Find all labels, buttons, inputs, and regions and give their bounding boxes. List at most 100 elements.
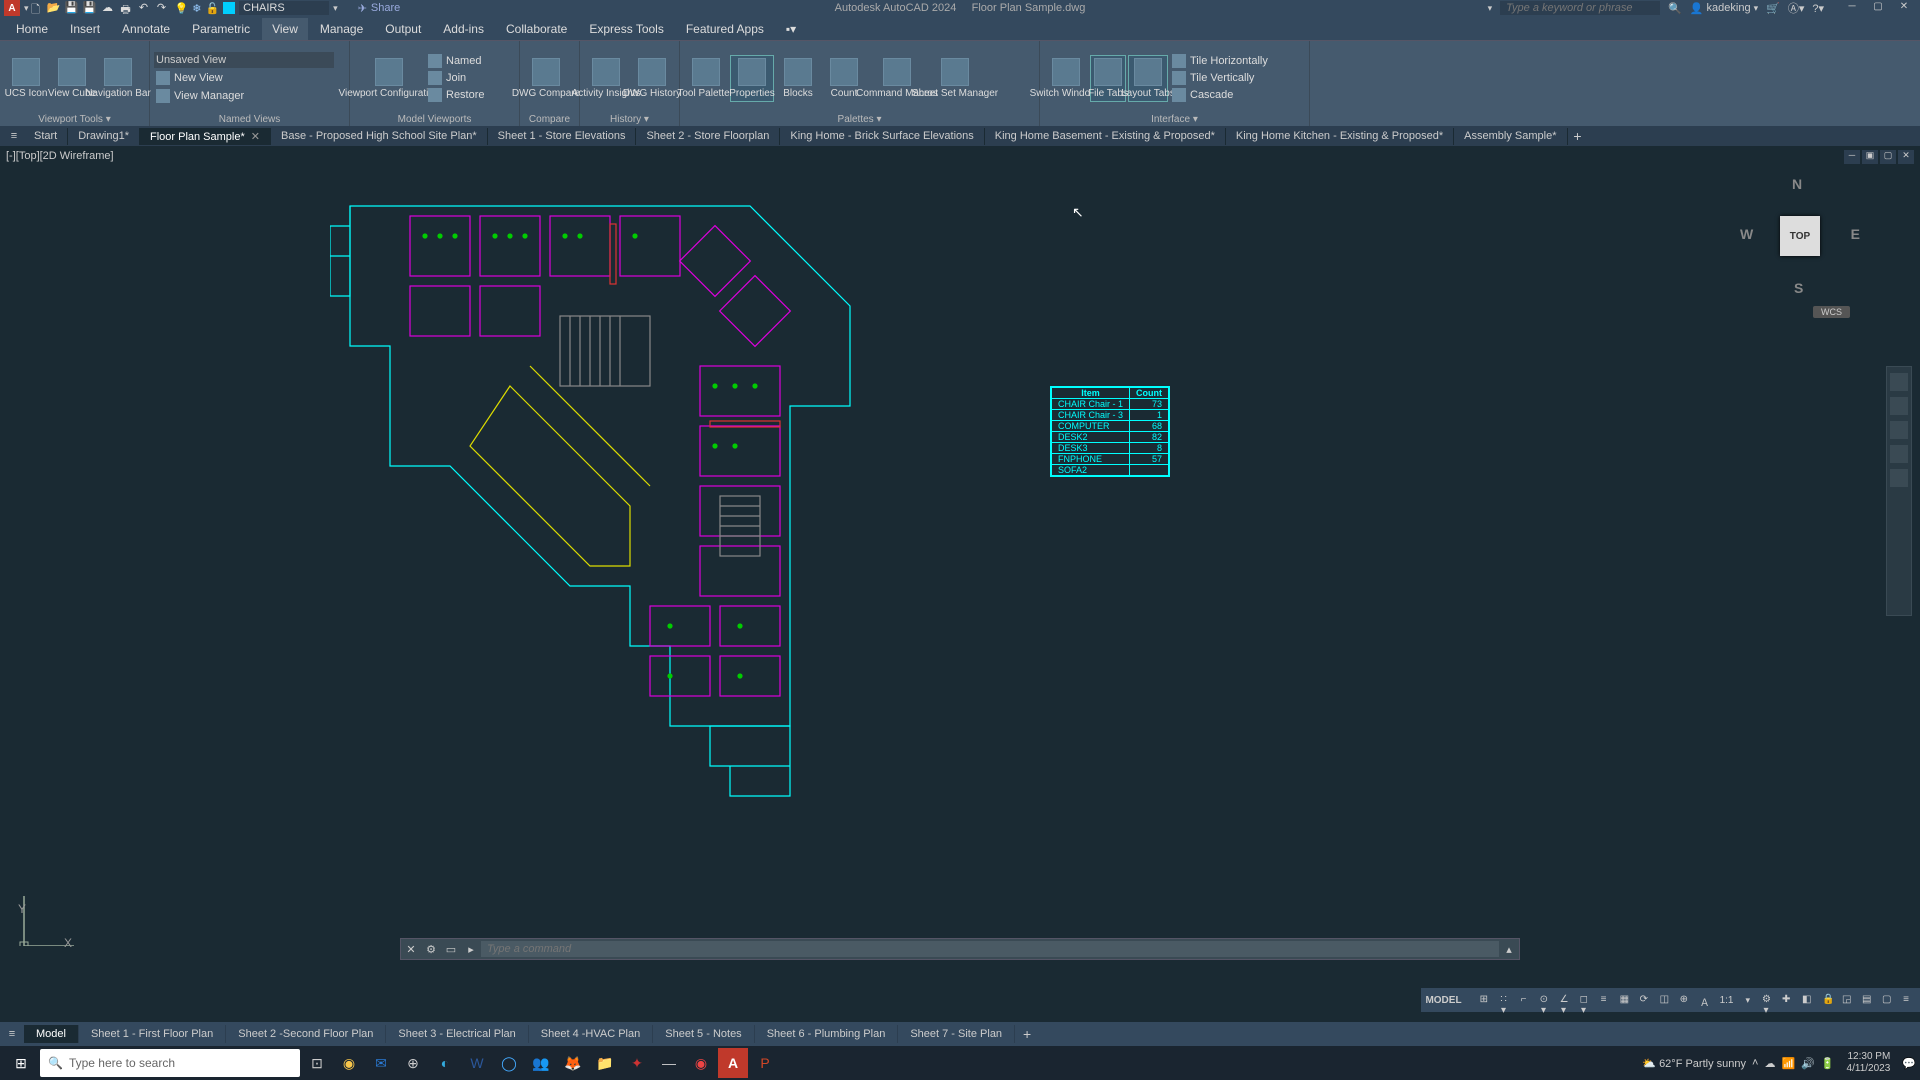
weather-widget[interactable]: ⛅ 62°F Partly sunny (1642, 1057, 1746, 1070)
status-snap-icon[interactable]: ∷ ▾ (1496, 992, 1512, 1008)
table-row[interactable]: DESK38 (1052, 443, 1169, 454)
notifications-icon[interactable]: 💬 (1902, 1057, 1916, 1070)
block-count-table[interactable]: ItemCount CHAIR Chair - 173CHAIR Chair -… (1050, 386, 1170, 477)
layer-dropdown[interactable]: CHAIRS (239, 1, 329, 15)
status-transparency-icon[interactable]: ▦ (1616, 992, 1632, 1008)
dwg-history-button[interactable]: DWG History (630, 56, 674, 101)
activity-insights-button[interactable]: Activity Insights (584, 56, 628, 101)
blocks-button[interactable]: Blocks (776, 56, 820, 101)
viewport-label[interactable]: [-][Top][2D Wireframe] (6, 150, 114, 162)
tab-home[interactable]: Home (6, 18, 58, 40)
panel-label-history[interactable]: History ▾ (584, 113, 675, 126)
layout-tab[interactable]: Sheet 4 -HVAC Plan (529, 1025, 653, 1043)
layer-color-swatch[interactable] (223, 2, 235, 14)
close-tab-icon[interactable]: ✕ (251, 131, 260, 143)
tab-featured[interactable]: Featured Apps (676, 18, 774, 40)
viewcube-west[interactable]: W (1740, 226, 1753, 242)
layout-tab[interactable]: Sheet 3 - Electrical Plan (386, 1025, 528, 1043)
tray-network-icon[interactable]: 📶 (1781, 1057, 1795, 1070)
named-view-dropdown[interactable] (154, 52, 334, 68)
search-dropdown-icon[interactable]: ▾ (1488, 3, 1493, 14)
nav-bar-button[interactable]: Navigation Bar (96, 56, 140, 101)
saveas-icon[interactable]: 💾 (83, 1, 97, 15)
status-3dosnap-icon[interactable]: ◫ (1656, 992, 1672, 1008)
minimize-button[interactable]: ─ (1840, 1, 1864, 15)
app-c-icon[interactable]: ◉ (686, 1048, 716, 1078)
status-hardware-icon[interactable]: ▤ (1858, 992, 1874, 1008)
maximize-button[interactable]: ▢ (1866, 1, 1890, 15)
command-input[interactable] (481, 941, 1499, 957)
vp-minimize-icon[interactable]: ─ (1844, 150, 1860, 164)
new-tab-button[interactable]: + (1568, 128, 1588, 144)
tab-addins[interactable]: Add-ins (433, 18, 494, 40)
app-a-icon[interactable]: ✦ (622, 1048, 652, 1078)
plot-icon[interactable]: 🖶 (119, 1, 133, 15)
search-input[interactable] (1500, 1, 1660, 15)
user-account[interactable]: 👤 kadeking ▾ (1690, 2, 1758, 15)
tab-overflow-icon[interactable]: ▪▾ (776, 18, 806, 40)
tray-volume-icon[interactable]: 🔊 (1801, 1057, 1815, 1070)
teams-icon[interactable]: 👥 (526, 1048, 556, 1078)
status-lock-icon[interactable]: 🔒 (1818, 992, 1834, 1008)
viewcube-south[interactable]: S (1794, 280, 1803, 296)
table-row[interactable]: FNPHONE57 (1052, 454, 1169, 465)
table-row[interactable]: SOFA2 (1052, 465, 1169, 476)
layout-tab[interactable]: Sheet 7 - Site Plan (898, 1025, 1015, 1043)
named-vp-button[interactable]: Named (426, 53, 487, 69)
layout-menu-icon[interactable]: ≡ (0, 1028, 24, 1040)
viewcube-east[interactable]: E (1851, 226, 1860, 242)
nav-pan-icon[interactable] (1890, 397, 1908, 415)
tab-output[interactable]: Output (375, 18, 431, 40)
drawing-area[interactable]: [-][Top][2D Wireframe] ─ ▣ ▢ ✕ N S E W T… (0, 146, 1920, 966)
outlook-icon[interactable]: ✉ (366, 1048, 396, 1078)
file-tabs-menu-icon[interactable]: ≡ (4, 130, 24, 142)
new-icon[interactable]: 🗋 (29, 1, 43, 15)
cortana-icon[interactable]: ◯ (494, 1048, 524, 1078)
restore-vp-button[interactable]: Restore (426, 87, 487, 103)
table-row[interactable]: CHAIR Chair - 31 (1052, 410, 1169, 421)
layout-tab[interactable]: Sheet 1 - First Floor Plan (79, 1025, 226, 1043)
status-gear-icon[interactable]: ⚙ ▾ (1758, 992, 1774, 1008)
tool-palettes-button[interactable]: Tool Palettes (684, 56, 728, 101)
panel-label-interface[interactable]: Interface ▾ (1044, 113, 1305, 126)
tab-annotate[interactable]: Annotate (112, 18, 180, 40)
status-annoscale-icon[interactable]: Ａ (1696, 992, 1712, 1008)
undo-icon[interactable]: ↶ (137, 1, 151, 15)
panel-label-palettes[interactable]: Palettes ▾ (684, 113, 1035, 126)
store-icon[interactable]: ⊕ (398, 1048, 428, 1078)
view-cube[interactable]: N S E W TOP (1740, 176, 1860, 296)
tab-view[interactable]: View (262, 18, 308, 40)
system-clock[interactable]: 12:30 PM 4/11/2023 (1841, 1051, 1897, 1075)
app-b-icon[interactable]: — (654, 1048, 684, 1078)
cmd-close-icon[interactable]: ✕ (401, 943, 421, 956)
tray-battery-icon[interactable]: 🔋 (1821, 1057, 1835, 1070)
ucs-icon-button[interactable]: UCS Icon (4, 56, 48, 101)
new-view-button[interactable]: New View (154, 70, 345, 86)
vp-maximize-icon[interactable]: ▢ (1880, 150, 1896, 164)
powerpoint-icon[interactable]: P (750, 1048, 780, 1078)
status-isodraft-icon[interactable]: ∠ ▾ (1556, 992, 1572, 1008)
web-icon[interactable]: ☁ (101, 1, 115, 15)
layer-lock-icon[interactable]: 🔓 (205, 2, 219, 15)
layer-control[interactable]: 💡 ❄ 🔓 CHAIRS ▾ (175, 1, 338, 15)
start-button[interactable]: ⊞ (4, 1048, 38, 1078)
status-customize-icon[interactable]: ≡ (1898, 992, 1914, 1008)
status-ortho-icon[interactable]: ⌐ (1516, 992, 1532, 1008)
floor-plan-drawing[interactable] (330, 166, 1010, 846)
layout-tab[interactable]: Model (24, 1025, 79, 1043)
chrome-icon[interactable]: ◉ (334, 1048, 364, 1078)
nav-wheel-icon[interactable] (1890, 373, 1908, 391)
tab-parametric[interactable]: Parametric (182, 18, 260, 40)
layout-tab[interactable]: Sheet 2 -Second Floor Plan (226, 1025, 386, 1043)
file-tab[interactable]: Assembly Sample* (1454, 128, 1567, 145)
status-grid-icon[interactable]: ⊞ (1476, 992, 1492, 1008)
table-row[interactable]: DESK282 (1052, 432, 1169, 443)
status-dynamic-icon[interactable]: ⊕ (1676, 992, 1692, 1008)
cascade-button[interactable]: Cascade (1170, 87, 1270, 103)
tab-manage[interactable]: Manage (310, 18, 373, 40)
file-tab[interactable]: Sheet 2 - Store Floorplan (636, 128, 780, 145)
tray-chevron-icon[interactable]: ˄ (1752, 1057, 1758, 1069)
layout-tab[interactable]: Sheet 6 - Plumbing Plan (755, 1025, 899, 1043)
close-button[interactable]: ✕ (1892, 1, 1916, 15)
tab-collaborate[interactable]: Collaborate (496, 18, 577, 40)
